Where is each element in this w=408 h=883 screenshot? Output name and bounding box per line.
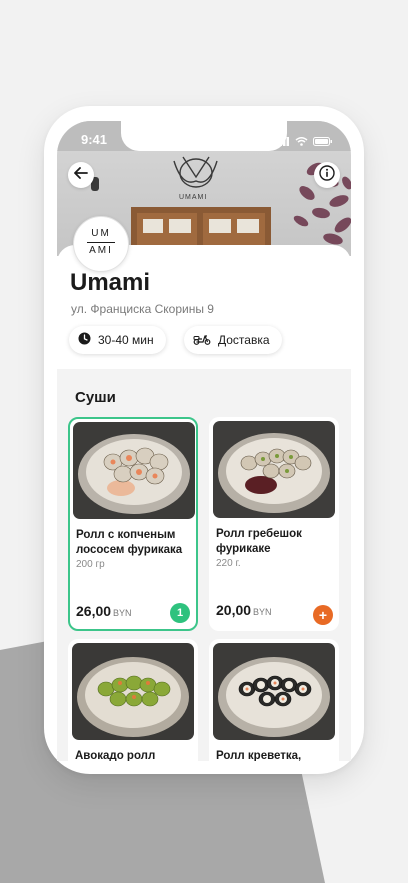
dish-price: 26,00 BYN	[76, 603, 132, 619]
info-button[interactable]	[314, 162, 340, 188]
menu-item-card[interactable]: Авокадо ролл	[68, 639, 198, 761]
scooter-icon	[193, 333, 211, 348]
dish-weight: 220 г.	[216, 558, 241, 569]
dish-image	[213, 643, 335, 740]
status-icons	[276, 133, 333, 151]
section-title: Суши	[75, 389, 116, 406]
price-currency: BYN	[253, 607, 272, 617]
info-icon	[319, 164, 335, 186]
restaurant-sign-text: UMAMI	[179, 194, 208, 201]
phone-notch	[121, 121, 287, 151]
menu-item-card[interactable]: Ролл креветка,	[209, 639, 339, 761]
menu-item-card[interactable]: Ролл гребешок фурикаке 220 г. 20,00 BYN +	[209, 417, 339, 631]
restaurant-logo: UM AMI	[73, 216, 129, 272]
restaurant-name: Umami	[70, 269, 151, 296]
dish-price: 20,00 BYN	[216, 602, 272, 618]
clock-icon	[78, 332, 91, 348]
battery-icon	[313, 133, 333, 151]
restaurant-address: ул. Франциска Скорины 9	[71, 302, 214, 316]
dish-image	[72, 643, 194, 740]
dish-weight: 200 гр	[76, 559, 105, 570]
delivery-time-label: 30-40 мин	[98, 333, 154, 347]
price-value: 26,00	[76, 603, 112, 619]
status-time: 9:41	[81, 132, 108, 147]
menu-item-card[interactable]: Ролл с копченым лососем фурикака 200 гр …	[68, 417, 198, 631]
menu-section: Суши Ролл с копченым лососем фурикака 20…	[57, 369, 351, 761]
back-button[interactable]	[68, 162, 94, 188]
logo-text-bottom: AMI	[89, 245, 113, 256]
dish-title: Авокадо ролл	[75, 750, 156, 761]
phone-frame: UMAMI 9:41 UM AMI Umami ул. Франциска Ск…	[44, 106, 364, 774]
dish-image	[213, 421, 335, 518]
add-to-cart-button[interactable]: +	[313, 605, 333, 625]
price-currency: BYN	[113, 608, 132, 618]
phone-screen: UMAMI 9:41 UM AMI Umami ул. Франциска Ск…	[57, 121, 351, 761]
arrow-left-icon	[74, 166, 88, 184]
dish-title: Ролл с копченым лососем фурикака	[76, 529, 183, 556]
cart-quantity-badge[interactable]: 1	[170, 603, 190, 623]
dish-title: Ролл гребешок фурикаке	[216, 528, 302, 555]
logo-text-top: UM	[91, 228, 111, 239]
dish-title: Ролл креветка,	[216, 750, 302, 761]
delivery-label: Доставка	[218, 333, 270, 347]
price-value: 20,00	[216, 602, 252, 618]
delivery-time-chip: 30-40 мин	[69, 326, 166, 354]
wifi-icon	[295, 133, 308, 151]
dish-image	[73, 422, 195, 519]
status-bar: 9:41	[57, 121, 351, 153]
delivery-chip[interactable]: Доставка	[184, 326, 282, 354]
signal-icon	[276, 133, 290, 151]
